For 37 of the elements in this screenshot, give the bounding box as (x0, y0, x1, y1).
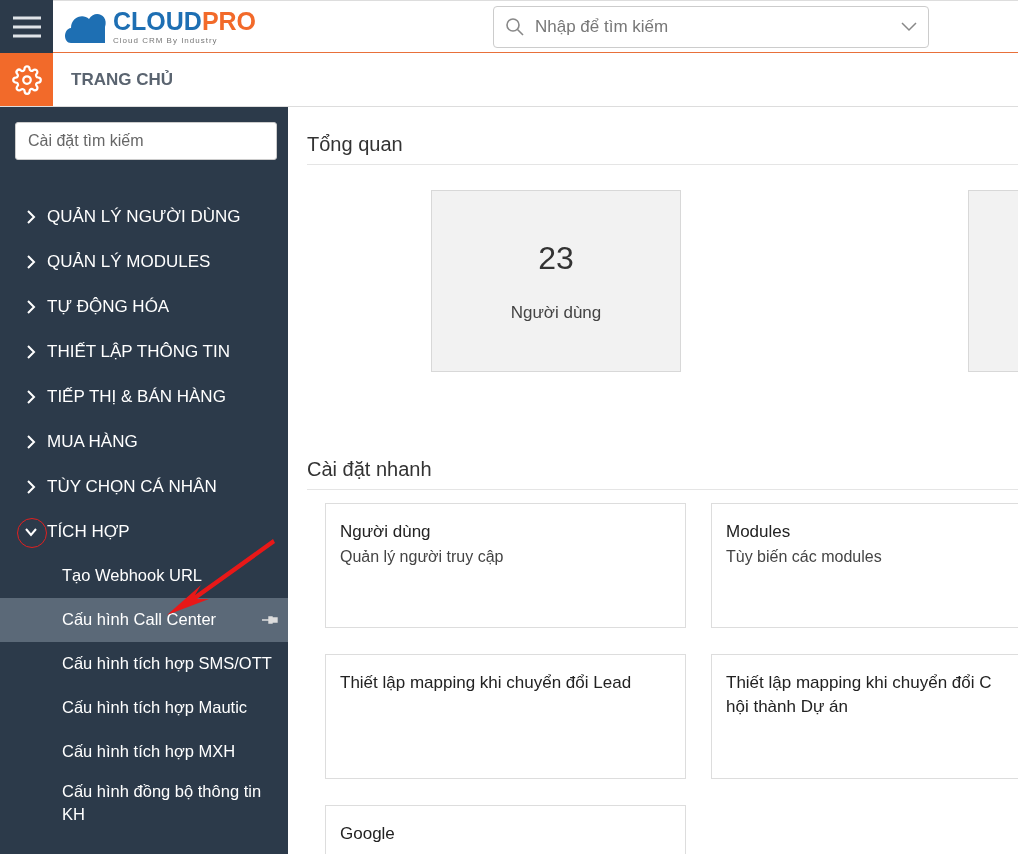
settings-card[interactable]: Thiết lập mapping khi chuyển đổi Lead (325, 654, 686, 779)
pin-icon (262, 616, 278, 624)
sidebar-item[interactable]: MUA HÀNG (0, 419, 288, 464)
settings-icon (11, 64, 42, 95)
chevron-down-icon (901, 21, 917, 32)
stat-card: 23 Người dùng (431, 190, 681, 372)
menu-icon (12, 15, 41, 38)
chevron-right-icon (24, 209, 38, 224)
settings-card[interactable]: Modules Tùy biến các modules (711, 503, 1018, 628)
section-title: Tổng quan (307, 133, 1018, 165)
settings-card[interactable]: Thiết lập mapping khi chuyển đổi C hội thành Dự án (711, 654, 1018, 779)
submenu-item[interactable]: Tạo Webhook URL (0, 554, 288, 598)
menu-button[interactable] (0, 0, 53, 53)
logo: CLOUDPRO Cloud CRM By Industry (63, 6, 493, 47)
chevron-right-icon (24, 344, 38, 359)
chevron-right-icon (24, 434, 38, 449)
chevron-right-icon (24, 389, 38, 404)
section-title: Cài đặt nhanh (307, 458, 1018, 490)
submenu-item[interactable]: Cấu hình tích hợp SMS/OTT (0, 642, 288, 686)
chevron-right-icon (24, 299, 38, 314)
submenu-item[interactable]: Cấu hình tích hợp MXH (0, 730, 288, 774)
sidebar-item[interactable]: QUẢN LÝ MODULES (0, 239, 288, 284)
settings-card[interactable]: Google (325, 805, 686, 854)
sidebar-item[interactable]: TIẾP THỊ & BÁN HÀNG (0, 374, 288, 419)
chevron-right-icon (24, 479, 38, 494)
sidebar-item[interactable]: QUẢN LÝ NGƯỜI DÙNG (0, 194, 288, 239)
page-title: TRANG CHỦ (71, 69, 173, 90)
sidebar-item[interactable]: TỰ ĐỘNG HÓA (0, 284, 288, 329)
sidebar-item[interactable]: TÙY CHỌN CÁ NHÂN (0, 464, 288, 509)
submenu-item[interactable]: Cấu hình đồng bộ thông tin KH (0, 774, 288, 833)
submenu-item[interactable]: Cấu hình Call Center (0, 598, 288, 642)
settings-search-field[interactable]: Cài đặt tìm kiếm (15, 122, 277, 160)
search-field[interactable]: Nhập để tìm kiếm (493, 5, 929, 48)
submenu-item[interactable]: Cấu hình tích hợp Mautic (0, 686, 288, 730)
chevron-right-icon (24, 254, 38, 269)
sidebar-item[interactable]: THIẾT LẬP THÔNG TIN (0, 329, 288, 374)
settings-card[interactable]: Người dùng Quản lý người truy cập (325, 503, 686, 628)
